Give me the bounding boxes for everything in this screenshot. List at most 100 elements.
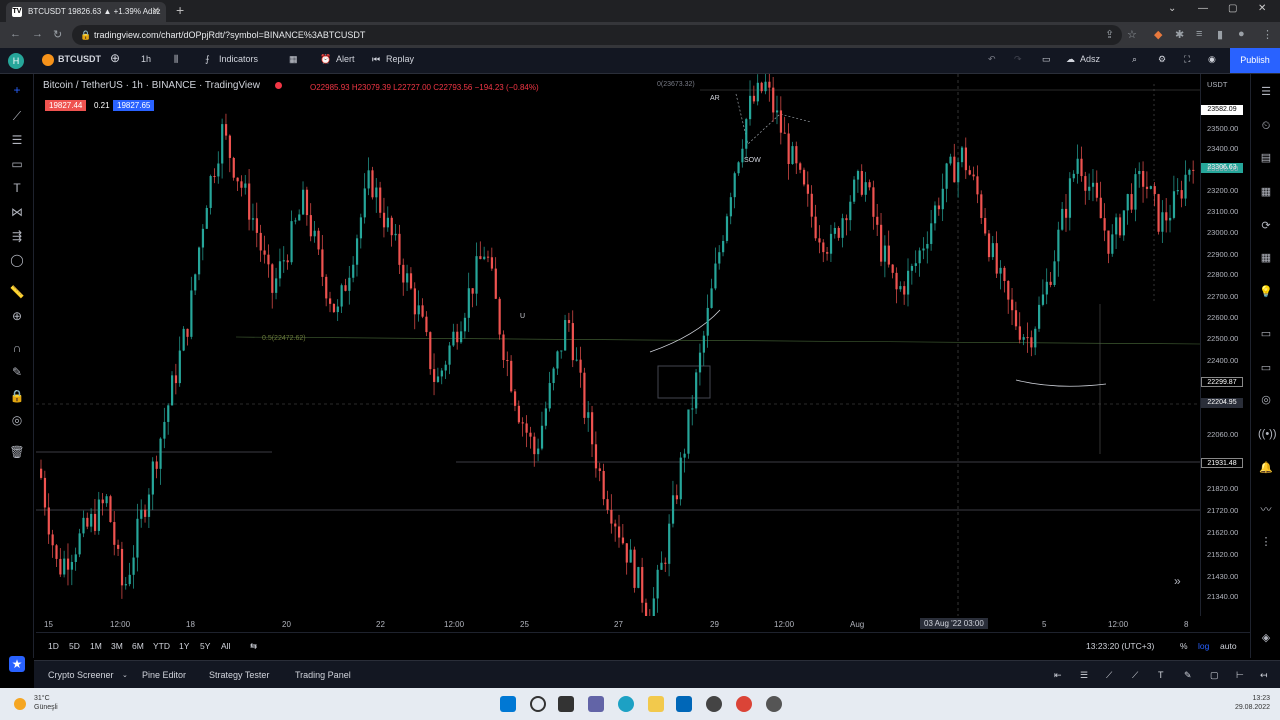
chart-clock[interactable]: 13:23:20 (UTC+3) <box>1086 641 1154 651</box>
trash-icon[interactable]: 🗑 <box>9 444 25 460</box>
alert-button[interactable]: Alert <box>336 54 355 64</box>
trend-icon[interactable]: 〰 <box>1258 502 1274 518</box>
back-icon[interactable]: ← <box>10 28 21 40</box>
range-button-all[interactable]: All <box>221 641 230 651</box>
rectangle-tool-icon[interactable]: ▭ <box>9 156 25 172</box>
notifications-bell-icon[interactable]: 🔔 <box>1258 460 1274 476</box>
currency-selector[interactable]: USDT <box>1207 80 1227 89</box>
select-layout-icon[interactable]: ▭ <box>1042 54 1051 65</box>
hide-drawings-icon[interactable]: ◎ <box>9 412 25 428</box>
url-input[interactable]: 🔒 tradingview.com/chart/dOPpjRdt/?symbol… <box>72 25 1122 45</box>
templates-icon[interactable]: ▦ <box>289 54 298 65</box>
brush-icon[interactable]: ◯ <box>9 252 25 268</box>
price-axis[interactable]: USDT 23582.09 23306.63 22299.87 22204.95… <box>1200 74 1250 616</box>
range-button-6m[interactable]: 6M <box>132 641 144 651</box>
sidebar-icon[interactable]: ▮ <box>1217 28 1223 41</box>
scroll-to-realtime-icon[interactable]: » <box>1174 574 1181 588</box>
panel-list-icon[interactable]: ☰ <box>1080 670 1088 681</box>
settings-gear-icon[interactable]: ⚙ <box>1158 54 1166 65</box>
panel-tab-strategy-tester[interactable]: Strategy Tester <box>209 670 269 680</box>
minimize-icon[interactable]: — <box>1198 3 1208 14</box>
crosshair-icon[interactable]: + <box>9 82 25 98</box>
new-tab-icon[interactable]: + <box>176 2 184 18</box>
sell-price-button[interactable]: 19827.44 <box>45 100 87 111</box>
panel-measure-icon[interactable]: ⊢ <box>1236 670 1244 681</box>
text-tool-icon[interactable]: T <box>9 180 25 196</box>
panel-line-icon[interactable]: ⟋ <box>1132 670 1138 681</box>
chart-type-candles-icon[interactable]: ⫼ <box>174 54 178 65</box>
candlestick-chart[interactable]: 0.5(22472.62) 0(23673.32) AR SOW U <box>36 74 1200 616</box>
metamask-extension-icon[interactable]: ◆ <box>1154 28 1162 41</box>
range-button-1m[interactable]: 1M <box>90 641 102 651</box>
layers-icon[interactable]: ◈ <box>1258 630 1274 646</box>
compare-add-symbol-icon[interactable]: ⊕ <box>110 51 120 65</box>
share-icon[interactable]: ⇪ <box>1105 28 1114 41</box>
percent-scale-toggle[interactable]: % <box>1180 641 1188 651</box>
bookmark-star-icon[interactable]: ☆ <box>1127 28 1137 41</box>
pattern-tool-icon[interactable]: ⋈ <box>9 204 25 220</box>
weather-widget[interactable]: 31°C Güneşli <box>34 694 58 712</box>
range-button-1y[interactable]: 1Y <box>179 641 189 651</box>
reload-icon[interactable]: ↻ <box>53 28 62 41</box>
watchlist-icon[interactable]: ☰ <box>1258 84 1274 100</box>
redo-icon[interactable]: ↷ <box>1014 54 1022 65</box>
file-explorer-icon[interactable] <box>648 696 664 712</box>
ruler-icon[interactable]: 📏 <box>9 284 25 300</box>
panel-pen-icon[interactable]: ✎ <box>1184 670 1192 681</box>
browser-tab[interactable]: TV BTCUSDT 19826.63 ▲ +1.39% Adsz ✕ <box>6 2 166 22</box>
range-button-1d[interactable]: 1D <box>48 641 59 651</box>
time-axis[interactable]: 15 12:00 18 20 22 12:00 25 27 29 12:00 Aug 5 12:00 8 … <box>36 616 1200 632</box>
tab-search-icon[interactable]: ⌄ <box>1168 3 1176 14</box>
panel-text-icon[interactable]: T <box>1158 670 1164 680</box>
trend-line-icon[interactable]: ⟋ <box>9 108 25 124</box>
go-to-date-icon[interactable]: ⇆ <box>250 641 257 652</box>
fib-level-line[interactable] <box>235 336 1200 345</box>
zoom-in-icon[interactable]: ⊕ <box>9 308 25 324</box>
rectangle-drawing[interactable] <box>657 365 711 399</box>
panel-draw-icon[interactable]: ⟋ <box>1106 670 1112 681</box>
streams-icon[interactable]: ▭ <box>1258 360 1274 376</box>
fib-retracement-icon[interactable]: ☰ <box>9 132 25 148</box>
favorites-star-icon[interactable]: ★ <box>9 656 25 672</box>
range-button-5y[interactable]: 5Y <box>200 641 210 651</box>
lock-drawings-icon[interactable]: 🔒 <box>9 388 25 404</box>
task-view-icon[interactable] <box>558 696 574 712</box>
forecast-tool-icon[interactable]: ⇶ <box>9 228 25 244</box>
app-icon[interactable] <box>766 696 782 712</box>
magnet-icon[interactable]: ∩ <box>9 340 25 356</box>
alerts-clock-icon[interactable]: ⏲ <box>1258 118 1274 134</box>
log-scale-toggle[interactable]: log <box>1198 641 1209 651</box>
calendar-icon[interactable]: ▦ <box>1258 250 1274 266</box>
collapse-panel-icon[interactable]: ⇤ <box>1054 670 1062 681</box>
broadcast-icon[interactable]: ((•)) <box>1258 426 1277 442</box>
buy-price-button[interactable]: 19827.65 <box>113 100 155 111</box>
maximize-icon[interactable]: ▢ <box>1228 3 1237 14</box>
auto-scale-toggle[interactable]: auto <box>1220 641 1237 651</box>
object-tree-icon[interactable]: ⋮ <box>1258 534 1274 550</box>
range-button-3m[interactable]: 3M <box>111 641 123 651</box>
chrome-icon[interactable] <box>736 696 752 712</box>
panel-tab-crypto-screener[interactable]: Crypto Screener <box>48 670 114 680</box>
publish-button[interactable]: Publish <box>1230 48 1280 73</box>
panel-frame-icon[interactable]: ▢ <box>1210 670 1219 681</box>
sun-weather-icon[interactable] <box>14 698 26 710</box>
cloud-save-icon[interactable]: ☁ <box>1066 54 1075 65</box>
indicators-button[interactable]: Indicators <box>219 54 258 64</box>
panel-tab-trading-panel[interactable]: Trading Panel <box>295 670 351 680</box>
curve-arrow-drawing[interactable] <box>1015 379 1107 387</box>
chevron-down-icon[interactable]: ⌄ <box>122 671 128 679</box>
interval-button[interactable]: 1h <box>141 54 151 64</box>
dell-icon[interactable] <box>706 696 722 712</box>
panel-arrow-icon[interactable]: ↤ <box>1260 670 1268 681</box>
chat-icon[interactable]: ▭ <box>1258 326 1274 342</box>
browser-menu-icon[interactable]: ⋮ <box>1262 28 1273 41</box>
undo-icon[interactable]: ↶ <box>988 54 996 65</box>
edge-browser-icon[interactable] <box>618 696 634 712</box>
panel-tab-pine-editor[interactable]: Pine Editor <box>142 670 186 680</box>
curve-arrow-drawing[interactable] <box>649 309 721 353</box>
system-clock[interactable]: 13:23 29.08.2022 <box>1235 694 1270 712</box>
fullscreen-icon[interactable]: ⛶ <box>1184 54 1190 65</box>
symbol-search-button[interactable]: BTCUSDT <box>58 54 101 64</box>
teams-chat-icon[interactable] <box>588 696 604 712</box>
stay-in-drawing-mode-icon[interactable]: ✎ <box>9 364 25 380</box>
